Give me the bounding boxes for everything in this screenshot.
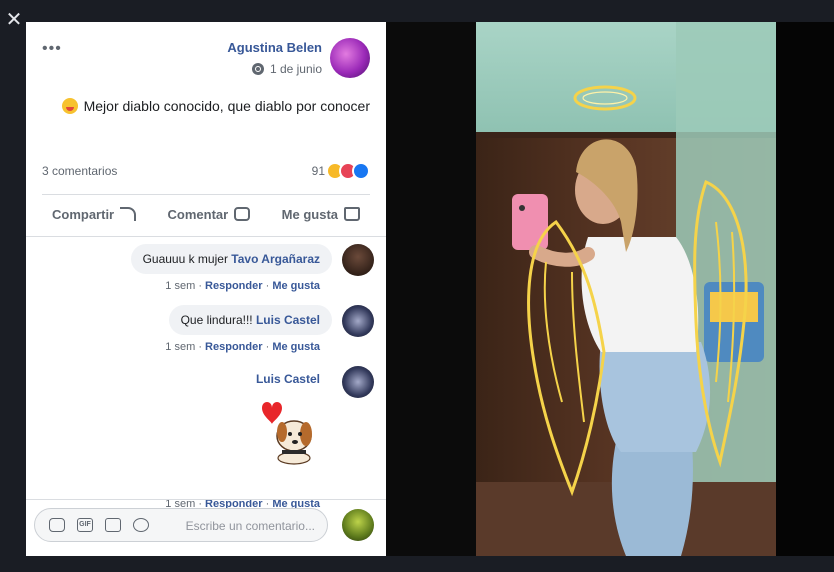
reaction-icons [326, 162, 370, 180]
comment-links: 1 sem · Responder · Me gusta [165, 280, 320, 292]
reply-link[interactable]: Responder [205, 341, 262, 353]
comment-composer: Escribe un comentario... GIF [26, 500, 386, 556]
comment-bubble: Guauuu k mujer Tavo Argañaraz [130, 244, 332, 274]
commenter-avatar[interactable] [342, 244, 374, 276]
comment-label: Comentar [167, 206, 229, 222]
reactions-summary[interactable]: 91 [312, 162, 370, 180]
like-label: Me gusta [281, 206, 338, 222]
comment-item: Que lindura!!! Luis Castel 1 sem · Respo… [38, 305, 374, 361]
comment-button[interactable]: Comentar [158, 207, 261, 222]
post-date[interactable]: 1 de junio [270, 62, 322, 76]
comment-like-link[interactable]: Me gusta [272, 341, 320, 353]
share-button[interactable]: Compartir [42, 207, 146, 222]
laughing-emoji-icon [61, 98, 78, 114]
comment-placeholder: Escribe un comentario... [185, 519, 315, 533]
share-arrow-icon [120, 207, 137, 221]
backdrop-left [0, 22, 26, 556]
post-text: Mejor diablo conocido, que diablo por co… [61, 98, 370, 114]
speech-bubble-icon [234, 207, 251, 221]
backdrop-top [0, 0, 834, 22]
reply-link[interactable]: Responder [205, 280, 262, 292]
author-name[interactable]: Agustina Belen [227, 40, 322, 55]
comment-time[interactable]: 1 sem [165, 280, 195, 292]
divider [42, 194, 370, 195]
comment-text: Que lindura!!! [180, 313, 253, 327]
author-avatar[interactable] [330, 38, 370, 78]
comment-text: Guauuu k mujer [142, 252, 228, 266]
commenter-avatar[interactable] [342, 366, 374, 398]
post-meta: 1 de junio [251, 62, 322, 76]
gif-icon[interactable]: GIF [77, 518, 93, 532]
comment-like-link[interactable]: Me gusta [272, 280, 320, 292]
sticker-icon[interactable] [49, 518, 65, 532]
comment-input[interactable]: Escribe un comentario... GIF [34, 508, 328, 542]
dog-heart-sticker [262, 402, 312, 465]
smiley-icon[interactable] [133, 518, 149, 532]
reactions-row: 3 comentarios 91 [42, 162, 370, 182]
backdrop-bottom [0, 556, 834, 572]
comment-time[interactable]: 1 sem [165, 341, 195, 353]
close-icon[interactable]: ✕ [4, 10, 24, 30]
like-button[interactable]: Me gusta [272, 207, 370, 222]
comments-count[interactable]: 3 comentarios [42, 164, 117, 178]
commenter-name[interactable]: Luis Castel [256, 372, 320, 386]
more-options-icon[interactable]: ••• [42, 40, 62, 58]
backdrop-right [776, 22, 834, 556]
post-photo[interactable] [476, 22, 776, 556]
like-reaction-icon [352, 162, 370, 180]
photo-illustration [476, 22, 776, 556]
comment-links: 1 sem · Responder · Me gusta [165, 341, 320, 353]
comment-item: Luis Castel 1 sem · Responder · Me gusta [38, 366, 374, 510]
commenter-name[interactable]: Luis Castel [256, 313, 320, 327]
globe-icon [251, 63, 264, 75]
commenter-name[interactable]: Tavo Argañaraz [231, 252, 320, 266]
share-label: Compartir [52, 206, 115, 222]
comment-bubble: Que lindura!!! Luis Castel [168, 305, 332, 335]
post-panel: ••• Agustina Belen 1 de junio Mejor diab… [26, 22, 386, 556]
commenter-avatar[interactable] [342, 305, 374, 337]
comment-item: Guauuu k mujer Tavo Argañaraz 1 sem · Re… [38, 244, 374, 300]
comments-divider [26, 236, 386, 237]
current-user-avatar [342, 509, 374, 541]
reactions-count: 91 [311, 164, 325, 178]
thumbs-up-icon [344, 207, 360, 221]
post-text-content: Mejor diablo conocido, que diablo por co… [83, 98, 370, 114]
post-actions: Compartir Comentar Me gusta [42, 200, 370, 228]
camera-icon[interactable] [105, 518, 121, 532]
